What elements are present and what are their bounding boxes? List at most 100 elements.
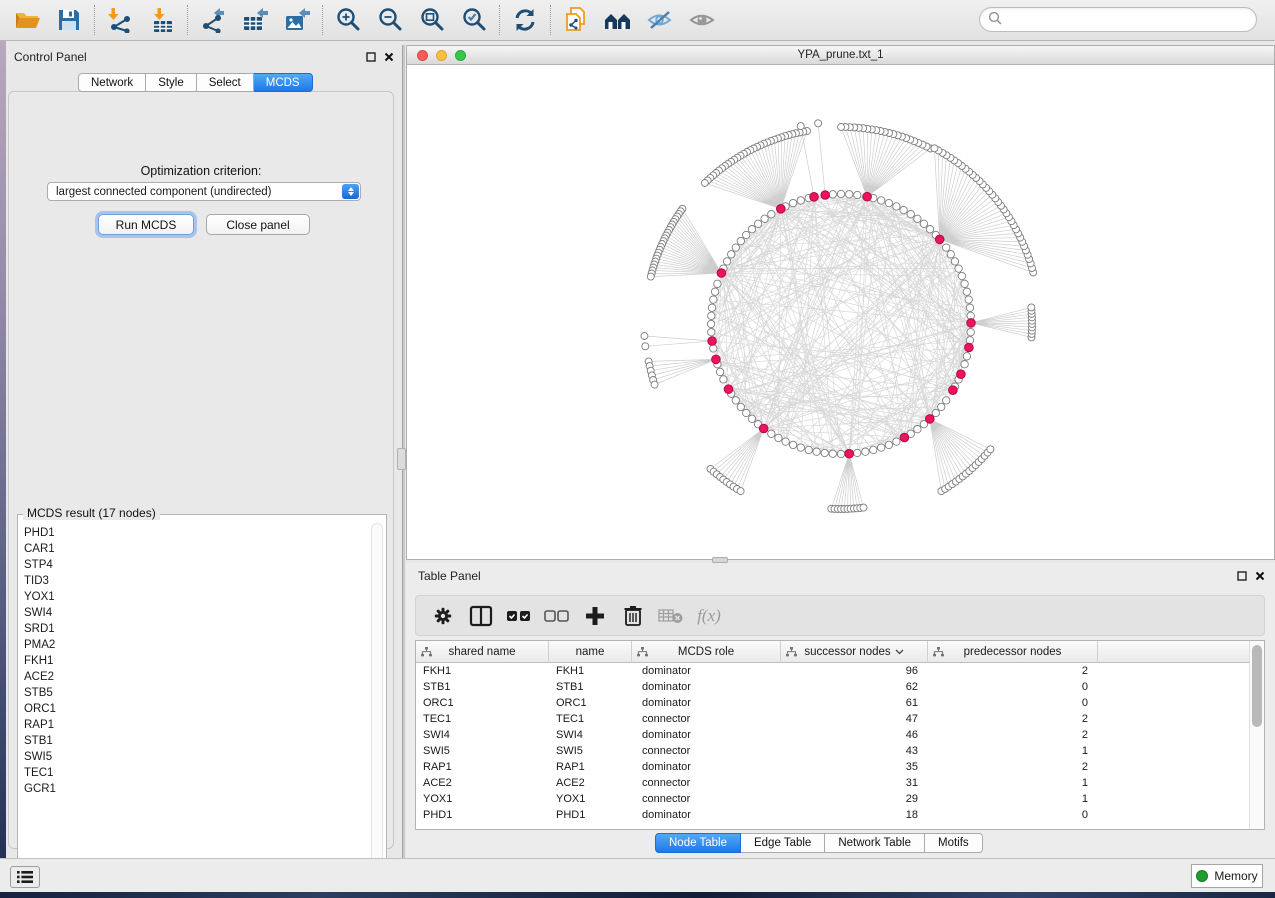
tab-network-table[interactable]: Network Table xyxy=(825,833,925,853)
table-cell: SWI5 xyxy=(549,743,632,759)
show-columns-icon[interactable] xyxy=(464,600,498,632)
table-row[interactable]: ORC1ORC1dominator610 xyxy=(416,695,1250,711)
table-row[interactable]: SWI5SWI5connector431 xyxy=(416,743,1250,759)
column-header-predecessor-nodes[interactable]: predecessor nodes xyxy=(928,641,1098,663)
mcds-result-item[interactable]: SWI5 xyxy=(19,749,371,765)
dominator-node[interactable] xyxy=(935,235,944,244)
function-builder-icon[interactable]: f(x) xyxy=(692,600,726,632)
zoom-in-icon[interactable] xyxy=(327,3,369,37)
tab-node-table[interactable]: Node Table xyxy=(655,833,741,853)
table-scrollbar[interactable] xyxy=(1249,641,1264,829)
mcds-result-item[interactable]: YOX1 xyxy=(19,589,371,605)
close-panel-button[interactable]: Close panel xyxy=(206,214,310,235)
save-session-icon[interactable] xyxy=(48,3,90,37)
zoom-selected-icon[interactable] xyxy=(453,3,495,37)
tab-edge-table[interactable]: Edge Table xyxy=(741,833,825,853)
dominator-node[interactable] xyxy=(821,191,830,200)
close-panel-icon[interactable] xyxy=(384,51,394,65)
table-row[interactable]: FKH1FKH1dominator962 xyxy=(416,663,1250,679)
column-header-shared-name[interactable]: shared name xyxy=(416,641,549,663)
export-table-icon[interactable] xyxy=(234,3,276,37)
refresh-view-icon[interactable] xyxy=(504,3,546,37)
dominator-node[interactable] xyxy=(949,386,958,395)
first-neighbors-icon[interactable] xyxy=(597,3,639,37)
close-table-panel-icon[interactable] xyxy=(1255,570,1265,584)
tab-network[interactable]: Network xyxy=(78,73,146,92)
tab-style[interactable]: Style xyxy=(146,73,197,92)
dominator-node[interactable] xyxy=(708,337,717,346)
zoom-fit-icon[interactable] xyxy=(411,3,453,37)
dominator-node[interactable] xyxy=(926,415,935,424)
add-row-icon[interactable] xyxy=(578,600,612,632)
task-history-button[interactable] xyxy=(10,866,40,888)
dominator-node[interactable] xyxy=(759,424,768,433)
dominator-node[interactable] xyxy=(845,449,854,458)
mcds-result-item[interactable]: SWI4 xyxy=(19,605,371,621)
select-all-icon[interactable] xyxy=(502,600,536,632)
mcds-result-item[interactable]: STB1 xyxy=(19,733,371,749)
dominator-node[interactable] xyxy=(967,319,976,328)
column-header-successor-nodes[interactable]: successor nodes xyxy=(781,641,928,663)
table-scrollbar-thumb[interactable] xyxy=(1252,645,1262,727)
mcds-result-item[interactable]: ORC1 xyxy=(19,701,371,717)
settings-gear-icon[interactable] xyxy=(426,600,460,632)
export-image-icon[interactable] xyxy=(276,3,318,37)
tab-motifs[interactable]: Motifs xyxy=(925,833,983,853)
delete-table-icon[interactable] xyxy=(654,600,688,632)
dominator-node[interactable] xyxy=(777,205,786,214)
table-row[interactable]: ACE2ACE2connector311 xyxy=(416,775,1250,791)
mcds-result-item[interactable]: TEC1 xyxy=(19,765,371,781)
import-network-icon[interactable] xyxy=(99,3,141,37)
delete-rows-icon[interactable] xyxy=(616,600,650,632)
table-row[interactable]: RAP1RAP1dominator352 xyxy=(416,759,1250,775)
table-cell: STB1 xyxy=(416,679,549,695)
search-input[interactable] xyxy=(1003,10,1256,30)
table-row[interactable]: YOX1YOX1connector291 xyxy=(416,791,1250,807)
open-session-icon[interactable] xyxy=(6,3,48,37)
column-header-mcds-role[interactable]: MCDS role xyxy=(632,641,781,663)
table-row[interactable]: TEC1TEC1connector472 xyxy=(416,711,1250,727)
import-table-icon[interactable] xyxy=(141,3,183,37)
mcds-list-scrollbar[interactable] xyxy=(371,523,383,877)
mcds-result-item[interactable]: STB5 xyxy=(19,685,371,701)
network-titlebar[interactable]: YPA_prune.txt_1 xyxy=(407,46,1274,65)
dominator-node[interactable] xyxy=(965,343,974,352)
mcds-result-item[interactable]: PMA2 xyxy=(19,637,371,653)
mcds-result-item[interactable]: TID3 xyxy=(19,573,371,589)
float-table-panel-icon[interactable] xyxy=(1237,570,1247,584)
deselect-all-icon[interactable] xyxy=(540,600,574,632)
dominator-node[interactable] xyxy=(717,269,726,278)
run-mcds-button[interactable]: Run MCDS xyxy=(98,214,194,235)
float-panel-icon[interactable] xyxy=(366,51,376,65)
copy-network-icon[interactable] xyxy=(555,3,597,37)
mcds-result-list: PHD1CAR1STP4TID3YOX1SWI4SRD1PMA2FKH1ACE2… xyxy=(19,525,371,877)
export-network-icon[interactable] xyxy=(192,3,234,37)
network-canvas[interactable] xyxy=(407,65,1274,559)
mcds-result-item[interactable]: FKH1 xyxy=(19,653,371,669)
dominator-node[interactable] xyxy=(957,370,966,379)
table-row[interactable]: STB1STB1dominator620 xyxy=(416,679,1250,695)
dominator-node[interactable] xyxy=(900,433,909,442)
dominator-node[interactable] xyxy=(712,355,721,364)
mcds-result-item[interactable]: GCR1 xyxy=(19,781,371,797)
tab-mcds[interactable]: MCDS xyxy=(254,73,313,92)
mcds-result-item[interactable]: STP4 xyxy=(19,557,371,573)
mcds-result-item[interactable]: PHD1 xyxy=(19,525,371,541)
show-all-icon[interactable] xyxy=(681,3,723,37)
table-row[interactable]: PHD1PHD1dominator180 xyxy=(416,807,1250,823)
dominator-node[interactable] xyxy=(810,193,819,202)
mcds-result-item[interactable]: ACE2 xyxy=(19,669,371,685)
memory-button[interactable]: Memory xyxy=(1191,864,1263,888)
criterion-dropdown[interactable]: largest connected component (undirected) xyxy=(47,182,361,201)
zoom-out-icon[interactable] xyxy=(369,3,411,37)
dominator-node[interactable] xyxy=(724,385,733,394)
mcds-result-item[interactable]: CAR1 xyxy=(19,541,371,557)
mcds-result-item[interactable]: RAP1 xyxy=(19,717,371,733)
table-row[interactable]: SWI4SWI4dominator462 xyxy=(416,727,1250,743)
column-header-name[interactable]: name xyxy=(549,641,632,663)
mcds-result-item[interactable]: SRD1 xyxy=(19,621,371,637)
tab-select[interactable]: Select xyxy=(197,73,254,92)
hide-selected-icon[interactable] xyxy=(639,3,681,37)
vertical-splitter-handle[interactable] xyxy=(397,448,406,470)
dominator-node[interactable] xyxy=(863,192,872,201)
